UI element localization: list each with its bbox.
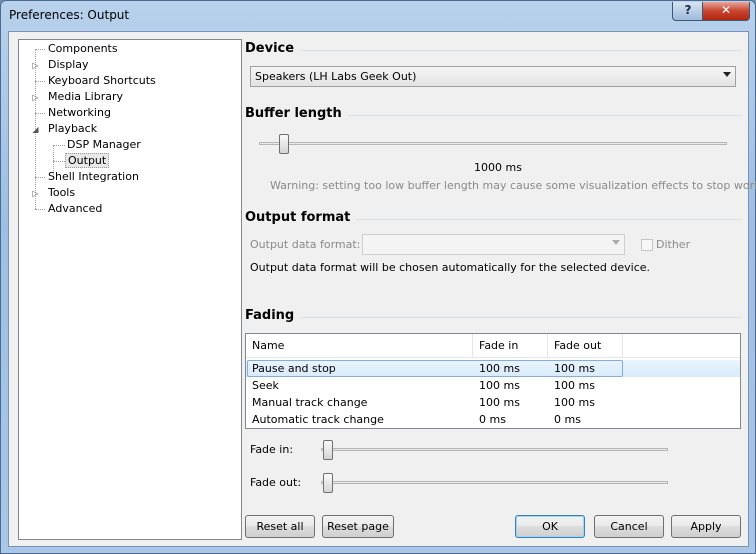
fade-in-slider-thumb[interactable] [323,440,333,460]
client-area: Components ▷ Display Keyboard Shortcuts … [8,31,756,547]
expand-icon[interactable]: ▷ [31,61,40,70]
buffer-value-label: 1000 ms [474,161,522,174]
apply-button[interactable]: Apply [671,515,741,538]
tree-item-playback[interactable]: Playback [48,121,97,137]
output-format-info: Output data format will be chosen automa… [250,261,651,274]
table-row[interactable]: Automatic track change 0 ms 0 ms [246,411,740,428]
tree-item-keyboard-shortcuts[interactable]: Keyboard Shortcuts [48,73,156,89]
preferences-tree[interactable]: Components ▷ Display Keyboard Shortcuts … [18,39,242,540]
reset-all-button[interactable]: Reset all [245,515,315,538]
expand-icon[interactable]: ▷ [31,189,40,198]
fade-out-slider-track[interactable] [321,481,668,484]
buffer-slider-thumb[interactable] [279,134,290,154]
table-row[interactable]: Manual track change 100 ms 100 ms [246,394,740,411]
tree-item-dsp-manager[interactable]: DSP Manager [67,137,141,153]
buffer-section-title: Buffer length [245,106,348,121]
fading-list-header: Name Fade in Fade out [246,334,740,358]
collapse-icon[interactable]: ◢ [31,125,40,134]
reset-page-button[interactable]: Reset page [322,515,394,538]
section-divider [245,317,741,318]
table-row[interactable]: Pause and stop 100 ms 100 ms [246,360,740,377]
device-dropdown[interactable]: Speakers (LH Labs Geek Out) [250,66,736,87]
fade-in-slider-track[interactable] [321,448,668,451]
tree-item-tools[interactable]: Tools [48,185,75,201]
output-data-format-dropdown[interactable] [362,234,625,255]
device-section-title: Device [245,41,301,56]
tree-item-media-library[interactable]: Media Library [48,89,123,105]
fade-out-label: Fade out: [250,476,302,489]
device-dropdown-value: Speakers (LH Labs Geek Out) [255,70,417,83]
section-divider [245,50,741,51]
fading-list[interactable]: Name Fade in Fade out Pause and stop 100… [245,333,741,429]
ok-button[interactable]: OK [515,515,585,538]
tree-item-advanced[interactable]: Advanced [48,201,102,217]
dither-label: Dither [656,238,691,251]
column-header-fade-out[interactable]: Fade out [548,334,623,357]
tree-item-display[interactable]: Display [48,57,89,73]
fade-in-label: Fade in: [250,443,294,456]
expand-icon[interactable]: ▷ [31,93,40,102]
output-data-format-label: Output data format: [250,238,361,251]
help-button[interactable]: ? [672,2,704,21]
buffer-warning: Warning: setting too low buffer length m… [270,179,756,192]
buffer-slider-track[interactable] [259,142,727,145]
tree-item-networking[interactable]: Networking [48,105,111,121]
chevron-down-icon [612,240,620,245]
cancel-button[interactable]: Cancel [594,515,664,538]
chevron-down-icon [723,72,731,77]
column-header-name[interactable]: Name [246,334,473,357]
window-title: Preferences: Output [9,8,130,22]
fading-section-title: Fading [245,308,301,323]
preferences-window: Preferences: Output ? ✕ Components ▷ Dis… [0,0,756,554]
column-header-fade-in[interactable]: Fade in [473,334,548,357]
dither-checkbox[interactable] [641,239,653,251]
fade-out-slider-thumb[interactable] [323,473,333,493]
tree-item-output[interactable]: Output [65,153,110,169]
tree-item-components[interactable]: Components [48,41,118,57]
tree-item-shell-integration[interactable]: Shell Integration [48,169,139,185]
table-row[interactable]: Seek 100 ms 100 ms [246,377,740,394]
title-bar[interactable]: Preferences: Output ? ✕ [1,1,755,31]
close-button[interactable]: ✕ [702,2,750,21]
output-format-section-title: Output format [245,210,357,225]
